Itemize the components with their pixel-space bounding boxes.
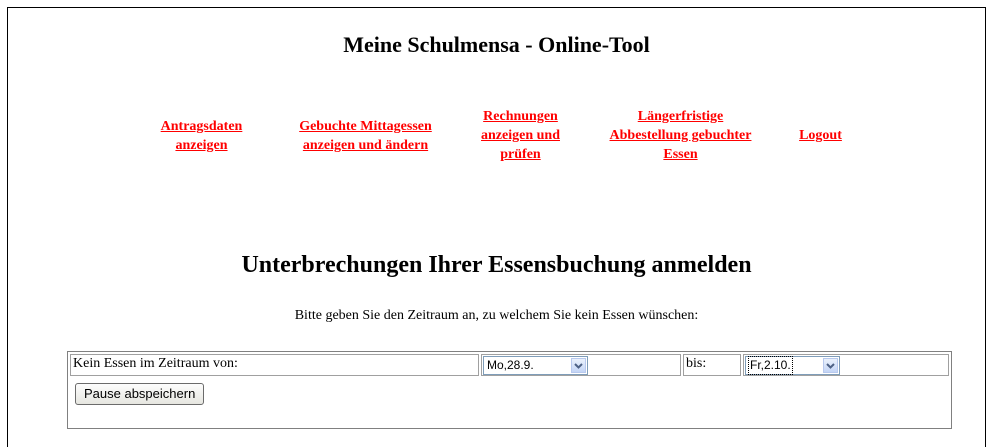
to-select-cell: Fr,2.10. [743, 354, 949, 376]
nav-abbestellung[interactable]: Längerfristige Abbestellung gebuchter Es… [581, 107, 781, 164]
nav-logout[interactable]: Logout [791, 126, 851, 145]
from-date-select[interactable]: Mo,28.9. [483, 356, 588, 375]
nav-label-line: anzeigen und [481, 128, 560, 143]
from-label-cell: Kein Essen im Zeitraum von: [70, 354, 479, 376]
nav-label-line: prüfen [500, 147, 541, 162]
chevron-down-icon[interactable] [571, 358, 586, 373]
to-label-cell: bis: [683, 354, 741, 376]
nav-label-line: Essen [663, 147, 698, 162]
page-frame: Meine Schulmensa - Online-Tool Antragsda… [7, 7, 986, 447]
to-label: bis: [686, 356, 707, 371]
nav-label-line: Abbestellung gebuchter [609, 128, 752, 143]
to-date-select[interactable]: Fr,2.10. [745, 356, 840, 375]
to-date-value: Fr,2.10. [748, 356, 793, 375]
nav-label-line: Gebuchte Mittagessen [299, 118, 432, 134]
nav-label-line: Rechnungen [483, 109, 558, 124]
date-range-form: Kein Essen im Zeitraum von: Mo,28.9. bis… [67, 351, 952, 429]
nav-label-line: anzeigen und ändern [302, 137, 429, 153]
save-pause-button[interactable]: Pause abspeichern [75, 383, 205, 405]
instruction-text: Bitte geben Sie den Zeitraum an, zu welc… [294, 308, 699, 323]
chevron-down-icon[interactable] [823, 358, 838, 373]
from-label: Kein Essen im Zeitraum von: [73, 356, 238, 371]
nav-gebuchte-mittagessen[interactable]: Gebuchte Mittagessen anzeigen und ändern [271, 117, 461, 155]
nav-label-line: Längerfristige [637, 109, 724, 124]
from-select-cell: Mo,28.9. [481, 354, 681, 376]
page-title: Meine Schulmensa - Online-Tool [343, 32, 650, 57]
nav-label-line: anzeigen [175, 137, 228, 153]
from-date-value: Mo,28.9. [487, 358, 534, 372]
nav-label-line: Antragsdaten [160, 118, 243, 134]
main-nav: Antragsdaten anzeigen Gebuchte Mittagess… [8, 107, 985, 164]
nav-label-line: Logout [799, 128, 842, 143]
section-heading: Unterbrechungen Ihrer Essensbuchung anme… [241, 252, 752, 278]
nav-antragsdaten[interactable]: Antragsdaten anzeigen [143, 117, 261, 155]
nav-rechnungen[interactable]: Rechnungen anzeigen und prüfen [471, 107, 571, 164]
